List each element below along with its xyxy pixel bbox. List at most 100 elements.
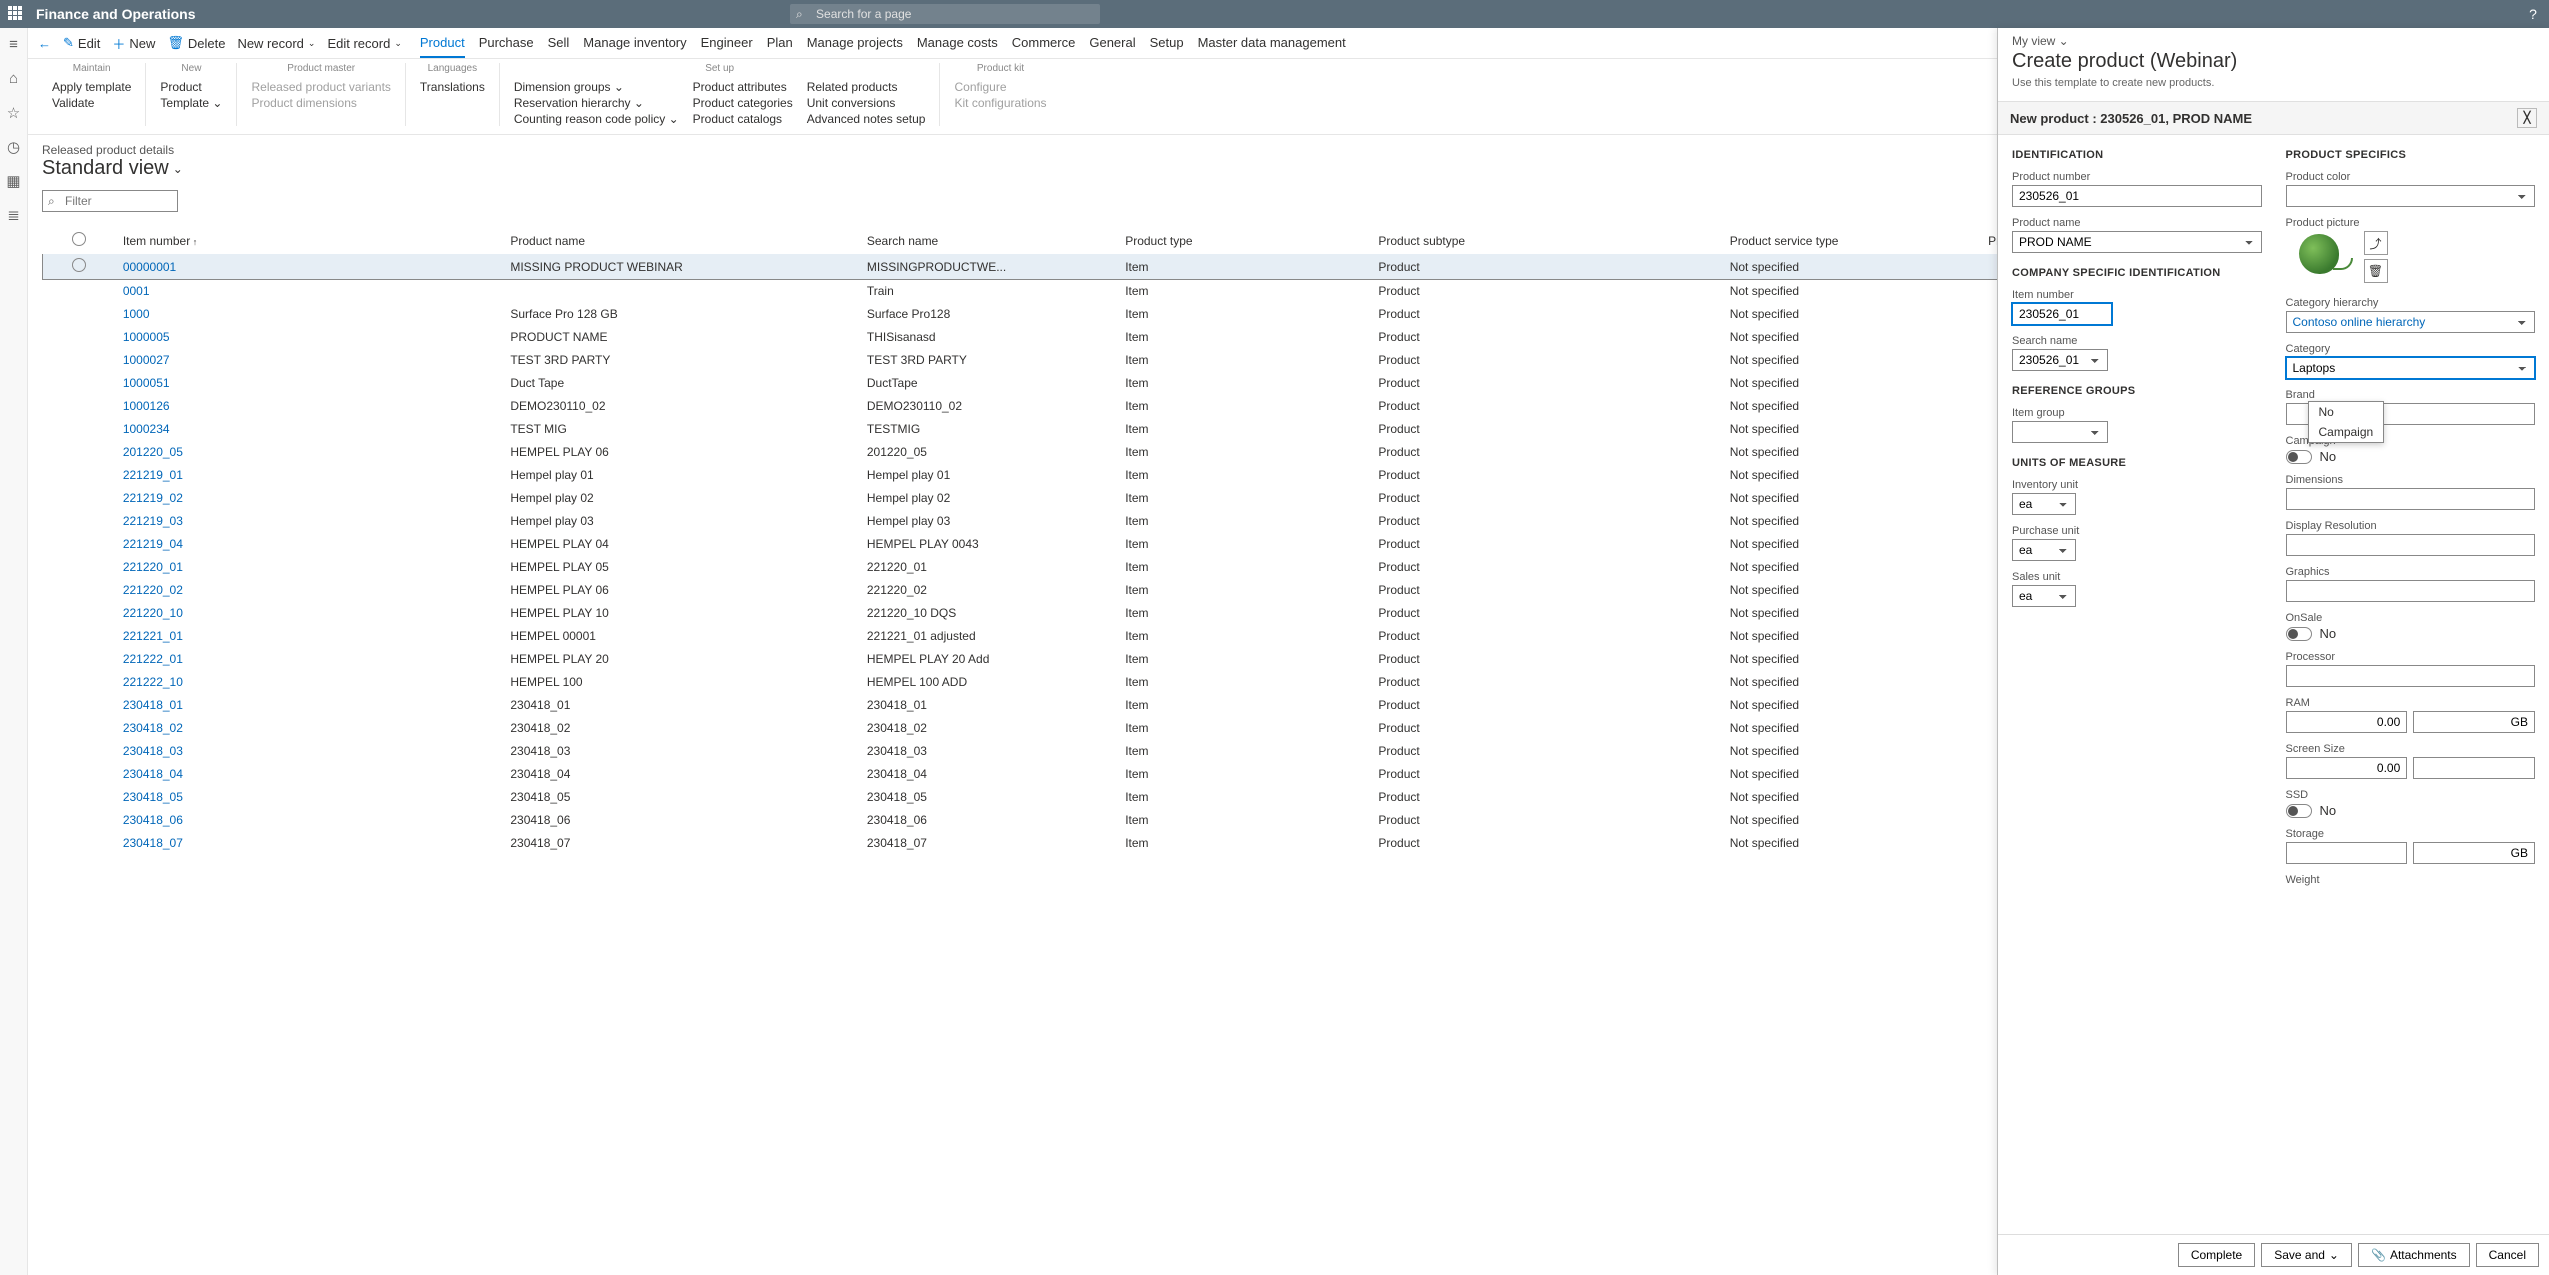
column-header[interactable]: Product name <box>502 228 859 254</box>
item-number-link[interactable]: 230418_02 <box>123 721 183 735</box>
list-icon[interactable]: ≣ <box>6 206 22 222</box>
ribbon-item[interactable]: Validate <box>52 96 131 110</box>
brand-option-campaign[interactable]: Campaign <box>2309 422 2384 442</box>
ribbon-item[interactable]: Template ⌄ <box>160 96 222 110</box>
tab-manage-costs[interactable]: Manage costs <box>917 29 998 58</box>
item-number-link[interactable]: 0001 <box>123 284 150 298</box>
item-number-link[interactable]: 221221_01 <box>123 629 183 643</box>
item-number-link[interactable]: 1000005 <box>123 330 170 344</box>
item-number-link[interactable]: 221222_01 <box>123 652 183 666</box>
cancel-button[interactable]: Cancel <box>2476 1243 2539 1267</box>
ribbon-item[interactable]: Product catalogs <box>693 112 793 126</box>
ribbon-item[interactable]: Dimension groups ⌄ <box>514 80 679 94</box>
item-number-link[interactable]: 221220_01 <box>123 560 183 574</box>
new-record-dropdown[interactable]: New record ⌄ <box>237 36 315 51</box>
item-number-link[interactable]: 201220_05 <box>123 445 183 459</box>
tab-sell[interactable]: Sell <box>548 29 570 58</box>
select-all-checkbox[interactable] <box>72 232 86 246</box>
ram-value-input[interactable] <box>2286 711 2408 733</box>
product-name-select[interactable]: PROD NAME <box>2012 231 2262 253</box>
recent-icon[interactable]: ◷ <box>6 138 22 154</box>
ribbon-item[interactable]: Advanced notes setup <box>807 112 926 126</box>
item-number-link[interactable]: 1000 <box>123 307 150 321</box>
ssd-toggle[interactable] <box>2286 804 2312 818</box>
graphics-input[interactable] <box>2286 580 2536 602</box>
tab-plan[interactable]: Plan <box>767 29 793 58</box>
onsale-toggle[interactable] <box>2286 627 2312 641</box>
ribbon-item[interactable]: Product dimensions <box>251 96 390 110</box>
brand-option-no[interactable]: No <box>2309 402 2384 422</box>
ribbon-item[interactable]: Product attributes <box>693 80 793 94</box>
item-number-link[interactable]: 221222_10 <box>123 675 183 689</box>
storage-unit-input[interactable] <box>2413 842 2535 864</box>
ribbon-item[interactable]: Translations <box>420 80 485 94</box>
inventory-unit-select[interactable]: ea <box>2012 493 2076 515</box>
category-select[interactable]: Laptops <box>2286 357 2536 379</box>
item-number-link[interactable]: 230418_04 <box>123 767 183 781</box>
processor-input[interactable] <box>2286 665 2536 687</box>
campaign-toggle[interactable] <box>2286 450 2312 464</box>
ribbon-item[interactable]: Counting reason code policy ⌄ <box>514 112 679 126</box>
home-icon[interactable]: ⌂ <box>6 70 22 86</box>
screen-size-value-input[interactable] <box>2286 757 2408 779</box>
item-number-link[interactable]: 221219_02 <box>123 491 183 505</box>
upload-image-button[interactable]: ⤴ <box>2364 231 2388 255</box>
delete-image-button[interactable]: 🗑 <box>2364 259 2388 283</box>
item-number-link[interactable]: 1000027 <box>123 353 170 367</box>
tab-purchase[interactable]: Purchase <box>479 29 534 58</box>
ribbon-item[interactable]: Related products <box>807 80 926 94</box>
category-hierarchy-select[interactable]: Contoso online hierarchy <box>2286 311 2536 333</box>
product-number-input[interactable] <box>2012 185 2262 207</box>
favorites-icon[interactable]: ☆ <box>6 104 22 120</box>
help-icon[interactable]: ? <box>2529 6 2541 22</box>
global-search-input[interactable] <box>790 4 1100 24</box>
tab-general[interactable]: General <box>1089 29 1135 58</box>
tab-commerce[interactable]: Commerce <box>1012 29 1076 58</box>
ribbon-item[interactable]: Apply template <box>52 80 131 94</box>
ribbon-item[interactable]: Product categories <box>693 96 793 110</box>
ribbon-item[interactable]: Unit conversions <box>807 96 926 110</box>
item-number-link[interactable]: 1000051 <box>123 376 170 390</box>
ribbon-item[interactable]: Kit configurations <box>954 96 1046 110</box>
item-number-link[interactable]: 1000234 <box>123 422 170 436</box>
ribbon-item[interactable]: Released product variants <box>251 80 390 94</box>
ribbon-item[interactable]: Configure <box>954 80 1046 94</box>
item-number-link[interactable]: 230418_01 <box>123 698 183 712</box>
sales-unit-select[interactable]: ea <box>2012 585 2076 607</box>
column-header[interactable]: Item number ↑ <box>115 228 503 254</box>
tab-manage-projects[interactable]: Manage projects <box>807 29 903 58</box>
new-button[interactable]: ＋New <box>112 34 155 53</box>
tab-engineer[interactable]: Engineer <box>701 29 753 58</box>
item-number-link[interactable]: 230418_03 <box>123 744 183 758</box>
item-number-input[interactable] <box>2012 303 2112 325</box>
item-number-link[interactable]: 221219_01 <box>123 468 183 482</box>
purchase-unit-select[interactable]: ea <box>2012 539 2076 561</box>
item-number-link[interactable]: 221219_03 <box>123 514 183 528</box>
my-view-dropdown[interactable]: My view ⌄ <box>2012 34 2535 48</box>
menu-icon[interactable]: ≡ <box>6 36 22 52</box>
filter-input[interactable] <box>42 190 178 212</box>
delete-button[interactable]: 🗑Delete <box>167 35 225 51</box>
tab-master-data-management[interactable]: Master data management <box>1198 29 1346 58</box>
tab-manage-inventory[interactable]: Manage inventory <box>583 29 686 58</box>
item-group-select[interactable] <box>2012 421 2108 443</box>
save-and-dropdown[interactable]: Save and ⌄ <box>2261 1243 2352 1267</box>
workspace-icon[interactable]: ▦ <box>6 172 22 188</box>
ribbon-item[interactable]: Reservation hierarchy ⌄ <box>514 96 679 110</box>
ribbon-item[interactable]: Product <box>160 80 222 94</box>
column-header[interactable]: Product type <box>1117 228 1370 254</box>
back-button[interactable]: ← <box>38 36 51 51</box>
row-checkbox[interactable] <box>72 258 86 272</box>
attachments-button[interactable]: 📎Attachments <box>2358 1243 2470 1267</box>
dimensions-input[interactable] <box>2286 488 2536 510</box>
item-number-link[interactable]: 230418_05 <box>123 790 183 804</box>
complete-button[interactable]: Complete <box>2178 1243 2255 1267</box>
edit-button[interactable]: ✎Edit <box>63 35 100 51</box>
column-header[interactable]: Product subtype <box>1370 228 1721 254</box>
item-number-link[interactable]: 1000126 <box>123 399 170 413</box>
column-header[interactable]: Product service type <box>1722 228 1980 254</box>
item-number-link[interactable]: 221220_10 <box>123 606 183 620</box>
item-number-link[interactable]: 221219_04 <box>123 537 183 551</box>
column-header[interactable]: Search name <box>859 228 1117 254</box>
screen-size-unit-input[interactable] <box>2413 757 2535 779</box>
